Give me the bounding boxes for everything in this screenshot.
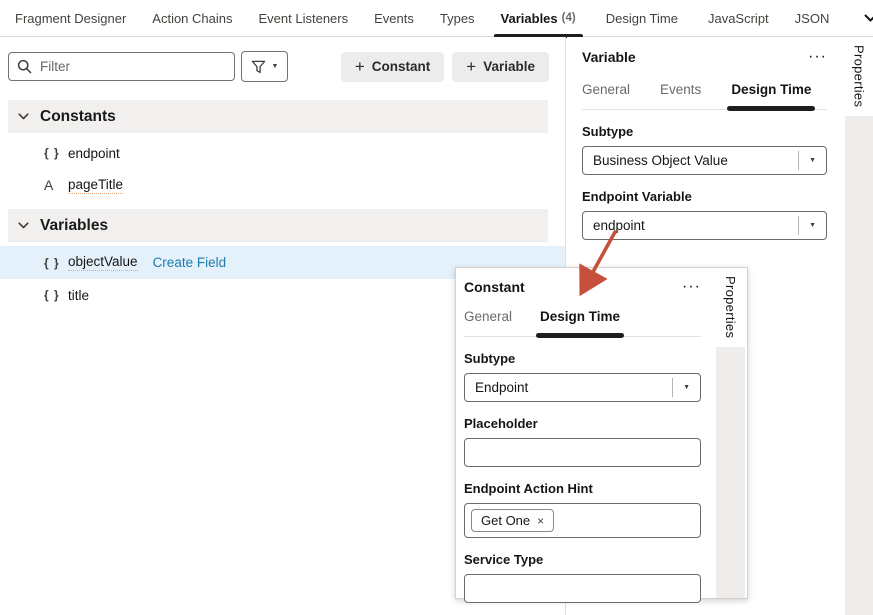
subtype-label: Subtype: [582, 124, 827, 139]
tab-fragment-designer[interactable]: Fragment Designer: [2, 0, 139, 37]
string-type-icon: A: [44, 177, 68, 193]
list-toolbar: ▼ + Constant + Variable: [0, 37, 565, 94]
add-constant-button[interactable]: + Constant: [341, 52, 444, 82]
subtype-label: Subtype: [464, 351, 701, 366]
tab-event-listeners[interactable]: Event Listeners: [246, 0, 362, 37]
subtype-select[interactable]: Business Object Value ▼: [582, 146, 827, 175]
properties-rail-tab[interactable]: Properties: [852, 37, 867, 107]
variable-panel-tabs: General Events Design Time: [582, 82, 827, 110]
variable-panel-title: Variable: [582, 49, 636, 65]
chip-remove-icon[interactable]: ×: [537, 515, 544, 527]
tab-design-time[interactable]: Design Time: [540, 309, 620, 336]
properties-rail: Properties: [845, 37, 873, 615]
list-item-endpoint[interactable]: { } endpoint: [0, 137, 565, 169]
filter-input-wrap: [8, 52, 235, 81]
search-icon: [17, 59, 32, 74]
plus-icon: +: [355, 58, 365, 75]
tab-design-time[interactable]: Design Time: [593, 0, 691, 37]
object-type-icon: { }: [44, 256, 68, 270]
chevron-down-icon: ▼: [272, 63, 279, 70]
add-variable-button[interactable]: + Variable: [452, 52, 549, 82]
more-actions-icon[interactable]: ···: [808, 53, 827, 61]
get-one-chip: Get One ×: [471, 509, 554, 532]
tab-general[interactable]: General: [582, 82, 630, 109]
endpoint-action-hint-input[interactable]: Get One ×: [464, 503, 701, 538]
constant-name: endpoint: [68, 146, 120, 161]
funnel-icon: [251, 60, 266, 74]
object-type-icon: { }: [44, 146, 68, 160]
add-constant-label: Constant: [372, 59, 431, 74]
filter-options-button[interactable]: ▼: [241, 51, 288, 82]
subtype-value: Business Object Value: [583, 153, 798, 168]
endpoint-variable-select[interactable]: endpoint ▼: [582, 211, 827, 240]
add-variable-label: Variable: [483, 59, 535, 74]
editor-tab-bar: Fragment Designer Action Chains Event Li…: [0, 0, 873, 37]
object-type-icon: { }: [44, 288, 68, 302]
plus-icon: +: [466, 58, 476, 75]
popup-properties-rail: Properties: [714, 268, 747, 598]
constant-panel-tabs: General Design Time: [464, 309, 701, 337]
tab-types[interactable]: Types: [427, 0, 488, 37]
placeholder-label: Placeholder: [464, 416, 701, 431]
more-actions-icon[interactable]: ···: [682, 283, 701, 291]
tab-javascript[interactable]: JavaScript: [695, 0, 782, 37]
tab-design-time[interactable]: Design Time: [731, 82, 811, 109]
variables-section-title: Variables: [40, 217, 108, 235]
variables-section-header[interactable]: Variables: [8, 209, 548, 242]
tab-action-chains[interactable]: Action Chains: [139, 0, 245, 37]
constant-panel-title: Constant: [464, 279, 525, 295]
rail-track: [716, 347, 745, 598]
subtype-value: Endpoint: [465, 380, 672, 395]
create-field-link[interactable]: Create Field: [153, 255, 227, 270]
constants-section-title: Constants: [40, 108, 116, 126]
placeholder-input-wrap: [464, 438, 701, 467]
tab-events[interactable]: Events: [660, 82, 701, 109]
service-type-input[interactable]: [471, 581, 694, 596]
tab-variables-label: Variables: [501, 11, 558, 26]
tab-variables[interactable]: Variables (4): [488, 0, 589, 37]
fragment-designer-window: Fragment Designer Action Chains Event Li…: [0, 0, 873, 615]
constants-section-header[interactable]: Constants: [8, 100, 548, 133]
chevron-down-icon: ▼: [799, 222, 826, 229]
filter-input[interactable]: [40, 59, 226, 74]
chevron-down-icon: [864, 14, 873, 23]
list-item-pagetitle[interactable]: A pageTitle: [0, 169, 565, 201]
chevron-down-icon: [18, 113, 29, 120]
chip-label: Get One: [481, 513, 530, 528]
rail-track: [845, 116, 873, 615]
properties-rail-tab[interactable]: Properties: [723, 268, 738, 338]
variables-count-badge: (4): [562, 12, 576, 24]
subtype-select[interactable]: Endpoint ▼: [464, 373, 701, 402]
tab-overflow-button[interactable]: [864, 14, 873, 23]
endpoint-variable-label: Endpoint Variable: [582, 189, 827, 204]
endpoint-variable-value: endpoint: [583, 218, 798, 233]
chevron-down-icon: ▼: [673, 384, 700, 391]
placeholder-input[interactable]: [471, 445, 694, 460]
variable-name: objectValue: [68, 254, 138, 271]
service-type-input-wrap: [464, 574, 701, 603]
tab-events[interactable]: Events: [361, 0, 427, 37]
tab-general[interactable]: General: [464, 309, 512, 336]
endpoint-action-hint-label: Endpoint Action Hint: [464, 481, 701, 496]
tab-json[interactable]: JSON: [782, 0, 843, 37]
chevron-down-icon: ▼: [799, 157, 826, 164]
chevron-down-icon: [18, 222, 29, 229]
constant-name: pageTitle: [68, 177, 123, 194]
variable-name: title: [68, 288, 89, 303]
constant-properties-popup: Constant ··· General Design Time Subtype…: [455, 267, 748, 599]
service-type-label: Service Type: [464, 552, 701, 567]
